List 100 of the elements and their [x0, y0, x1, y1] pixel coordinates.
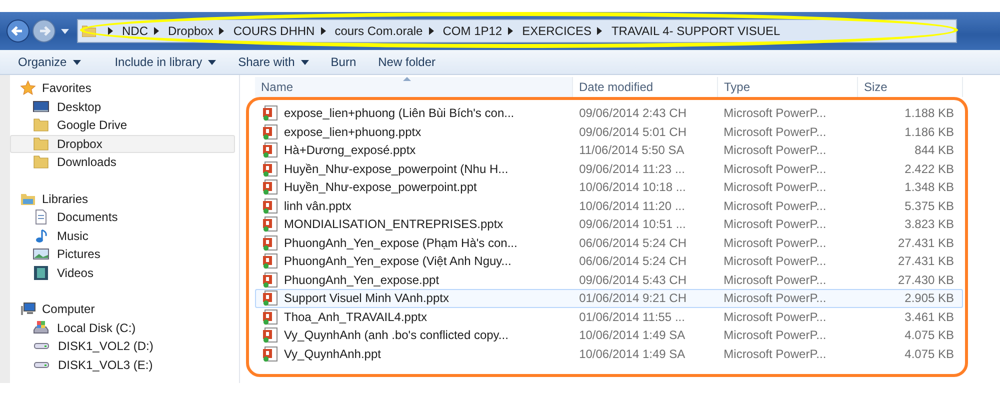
date-cell-text: 09/06/2014 5:01 CH — [578, 124, 688, 139]
date-cell-text: 10/06/2014 10:18 ... — [578, 180, 687, 194]
file-row[interactable]: Vy_QuynhAnh (anh .bo's conflicted copy... 10/06/2014 1:49 SA Microsoft PowerP... 4.075 KB — [255, 326, 963, 344]
column-header[interactable]: Date modified — [573, 77, 718, 97]
toolbar-button[interactable]: Burn — [320, 53, 366, 71]
presentation-file-icon — [262, 327, 278, 344]
file-row[interactable]: expose_lien+phuong (Liên Bùi Bích's con... 09/06/2014 2:43 CH Microsoft PowerP... 1.188 KB — [255, 104, 963, 122]
date-cell-text: 01/06/2014 9:21 CH — [578, 291, 688, 306]
file-name: PhuongAnh_Yen_expose (Phạm Hà's con... — [284, 236, 518, 250]
column-header[interactable]: Size — [858, 77, 963, 97]
file-name: Vy_QuynhAnh.ppt — [284, 346, 381, 361]
breadcrumb-item[interactable]: COURS DHHN — [233, 24, 315, 38]
size-cell-text: 5.375 KB — [904, 198, 956, 213]
caret-icon — [208, 60, 216, 64]
chevron-icon[interactable] — [320, 27, 326, 35]
date-cell-text: 09/06/2014 10:51 ... — [578, 217, 687, 232]
chevron-icon[interactable] — [597, 27, 602, 35]
file-name: PhuongAnh_Yen_expose.ppt — [284, 272, 440, 287]
file-row[interactable]: Huyền_Như-expose_powerpoint (Nhu H... 09/06/2014 11:23 ... Microsoft PowerP... 2.422 KB — [255, 160, 963, 178]
toolbar-button[interactable]: Organize — [8, 53, 91, 71]
type-cell-text: Microsoft PowerP... — [722, 272, 828, 287]
toolbar-button[interactable]: New folder — [368, 53, 446, 71]
sidebar-item[interactable]: Local Disk (C:) — [10, 318, 235, 337]
file-row[interactable]: PhuongAnh_Yen_expose.ppt 09/06/2014 5:43 CH Microsoft PowerP... 27.430 KB — [255, 270, 963, 289]
sidebar-heading[interactable]: Computer — [42, 302, 95, 316]
presentation-file-icon — [262, 198, 278, 214]
size-cell-text: 844 KB — [914, 143, 956, 158]
sidebar-item[interactable]: Music — [10, 226, 235, 245]
caret-icon — [72, 60, 81, 64]
sidebar-heading[interactable]: Favorites — [42, 81, 92, 96]
breadcrumb-item[interactable]: Dropbox — [168, 24, 214, 38]
date-cell-text: 10/06/2014 1:49 SA — [578, 328, 686, 342]
sidebar-item[interactable]: Dropbox — [10, 134, 235, 153]
file-row[interactable]: Vy_QuynhAnh.ppt 10/06/2014 1:49 SA Microsoft PowerP... 4.075 KB — [255, 344, 963, 363]
file-name: Vy_QuynhAnh (anh .bo's conflicted copy... — [284, 328, 508, 342]
breadcrumb-item[interactable]: EXERCICES — [522, 24, 592, 38]
type-cell-text: Microsoft PowerP... — [722, 328, 828, 342]
type-cell-text: Microsoft PowerP... — [722, 346, 828, 361]
dropdown-caret-icon[interactable] — [61, 28, 69, 34]
presentation-file-icon — [262, 234, 278, 251]
document-icon — [33, 209, 49, 226]
presentation-file-icon — [262, 253, 278, 270]
sidebar-item[interactable]: Downloads — [10, 153, 235, 172]
file-row[interactable]: linh vân.pptx 10/06/2014 11:20 ... Microsoft PowerP... 5.375 KB — [255, 196, 963, 215]
sidebar-item[interactable]: Desktop — [10, 98, 235, 116]
presentation-file-icon — [262, 179, 278, 196]
column-header[interactable]: Name — [255, 77, 573, 97]
desktop-icon — [33, 98, 49, 115]
toolbar-button[interactable]: Share with — [228, 53, 319, 71]
breadcrumb-item[interactable]: cours Com.orale — [334, 24, 423, 38]
file-name: Huyền_Như-expose_powerpoint.ppt — [284, 180, 477, 194]
breadcrumb-item[interactable]: NDC — [122, 24, 148, 38]
size-cell-text: 1.188 KB — [904, 106, 956, 120]
presentation-file-icon — [262, 346, 278, 362]
file-row[interactable]: Hà+Dương_exposé.pptx 11/06/2014 5:50 SA Microsoft PowerP... 844 KB — [255, 141, 963, 160]
column-header[interactable]: Type — [718, 77, 858, 97]
toolbar-button[interactable]: Include in library — [104, 53, 226, 71]
presentation-file-icon — [262, 124, 278, 140]
sidebar-item[interactable]: Videos — [10, 264, 235, 282]
date-cell-text: 10/06/2014 1:49 SA — [578, 346, 686, 361]
file-row[interactable]: MONDIALISATION_ENTREPRISES.pptx 09/06/2014 10:51 ... Microsoft PowerP... 3.823 KB — [255, 215, 963, 234]
file-row[interactable]: expose_lien+phuong.pptx 09/06/2014 5:01 CH Microsoft PowerP... 1.186 KB — [255, 122, 963, 141]
file-row[interactable]: Thoa_Anh_TRAVAIL4.pptx 01/06/2014 11:55 ... Microsoft PowerP... 3.461 KB — [255, 308, 963, 326]
computer-icon — [20, 301, 36, 318]
breadcrumb-item[interactable]: COM 1P12 — [442, 24, 502, 38]
file-row[interactable]: Support Visuel Minh VAnh.pptx 01/06/2014 9:21 CH Microsoft PowerP... 2.905 KB — [255, 289, 963, 308]
folder-icon — [33, 154, 49, 170]
type-cell-text: Microsoft PowerP... — [722, 162, 828, 176]
sort-arrow-icon — [403, 77, 411, 81]
type-cell-text: Microsoft PowerP... — [722, 106, 828, 120]
file-name: Thoa_Anh_TRAVAIL4.pptx — [284, 310, 427, 324]
type-cell-text: Microsoft PowerP... — [722, 124, 828, 139]
type-cell-text: Microsoft PowerP... — [722, 254, 828, 268]
sidebar-item[interactable]: Documents — [10, 208, 235, 226]
file-name: linh vân.pptx — [284, 198, 352, 213]
type-cell-text: Microsoft PowerP... — [722, 180, 828, 194]
file-name: expose_lien+phuong.pptx — [284, 124, 422, 139]
chevron-icon[interactable] — [428, 27, 434, 35]
address-field[interactable]: NDC Dropbox COURS DHHN cours Com.orale COM 1P12 EXERCICES TRAVAIL 4- SUPPORT VISUEL — [77, 19, 957, 43]
date-cell-text: 01/06/2014 11:55 ... — [578, 310, 686, 324]
sidebar-item[interactable]: Google Drive — [10, 116, 235, 134]
chevron-icon[interactable] — [108, 27, 113, 35]
sidebar-item[interactable]: DISK1_VOL3 (E:) — [10, 356, 235, 374]
chevron-icon[interactable] — [219, 27, 224, 35]
file-row[interactable]: PhuongAnh_Yen_expose (Phạm Hà's con... 06/06/2014 5:24 CH Microsoft PowerP... 27.431 KB — [255, 234, 963, 252]
breadcrumb-item[interactable]: TRAVAIL 4- SUPPORT VISUEL — [611, 24, 780, 38]
size-cell-text: 4.075 KB — [904, 328, 956, 342]
star-icon — [20, 80, 36, 96]
file-row[interactable]: PhuongAnh_Yen_expose (Việt Anh Nguy... 06/06/2014 5:24 CH Microsoft PowerP... 27.431 KB — [255, 252, 963, 270]
sidebar-heading[interactable]: Libraries — [42, 192, 88, 206]
sidebar-item[interactable]: Pictures — [10, 245, 235, 264]
disk-icon — [33, 320, 49, 336]
chevron-icon[interactable] — [508, 27, 514, 35]
file-row[interactable]: Huyền_Như-expose_powerpoint.ppt 10/06/2014 10:18 ... Microsoft PowerP... 1.348 KB — [255, 178, 963, 196]
date-cell-text: 11/06/2014 5:50 SA — [578, 143, 686, 158]
forward-button[interactable] — [32, 19, 56, 43]
chevron-icon[interactable] — [154, 27, 159, 35]
back-button[interactable] — [6, 19, 30, 43]
sidebar-item[interactable]: DISK1_VOL2 (D:) — [10, 337, 235, 356]
date-cell-text: 06/06/2014 5:24 CH — [578, 254, 688, 268]
